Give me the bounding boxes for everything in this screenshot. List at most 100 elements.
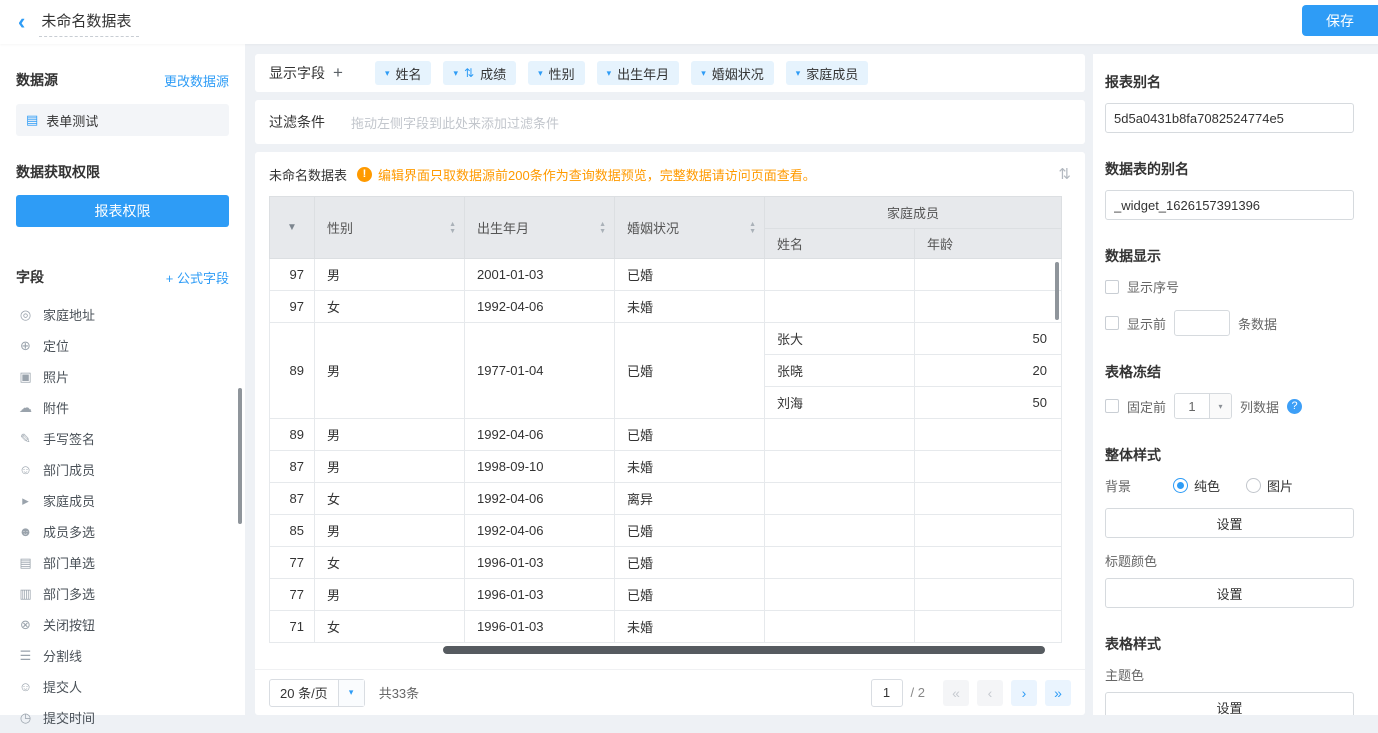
field-label: 家庭地址 (43, 305, 95, 324)
theme-color-label: 主题色 (1105, 665, 1354, 684)
chevron-down-icon: ▾ (1209, 394, 1231, 418)
freeze-count-select[interactable]: 1 ▾ (1174, 393, 1232, 419)
table-cell: 1992-04-06 (465, 291, 615, 323)
display-field-chip[interactable]: ▾性别 (528, 61, 585, 85)
back-icon[interactable]: ‹ (18, 11, 25, 33)
table-cell: 男 (315, 323, 465, 419)
field-item[interactable]: ◷提交时间 (16, 702, 229, 733)
show-first-checkbox[interactable] (1105, 316, 1119, 330)
form-doc-icon: ▤ (26, 112, 38, 128)
field-list: ◎家庭地址⊕定位▣照片☁附件✎手写签名☺部门成员▸家庭成员☻成员多选▤部门单选▥… (16, 299, 229, 733)
table-cell: 1992-04-06 (465, 483, 615, 515)
chevron-down-icon: ▾ (385, 68, 390, 79)
left-scrollbar[interactable] (238, 388, 242, 524)
warning-icon: ! (357, 167, 372, 182)
field-item[interactable]: ⊗关闭按钮 (16, 609, 229, 640)
table-cell: 50 (915, 387, 1062, 419)
prev-page-button[interactable]: ‹ (977, 680, 1003, 706)
chip-label: 成绩 (480, 64, 506, 83)
overall-style-title: 整体样式 (1105, 445, 1354, 465)
field-item[interactable]: ◎ 家庭地址 (16, 299, 229, 330)
table-row: 87男1998-09-10未婚 (270, 451, 1062, 483)
show-index-checkbox[interactable] (1105, 280, 1119, 294)
member-age-header: 年龄 (915, 229, 1062, 259)
field-label: 附件 (43, 398, 69, 417)
table-cell (765, 483, 915, 515)
report-alias-input[interactable] (1105, 103, 1354, 133)
table-cell: 97 (270, 291, 315, 323)
sort-order-icon[interactable]: ⇅ (1058, 165, 1071, 183)
top-bar: ‹ 未命名数据表 保存 (0, 0, 1378, 44)
field-label: 手写签名 (43, 429, 95, 448)
formula-field-link[interactable]: + 公式字段 (166, 268, 229, 287)
background-set-button[interactable]: 设置 (1105, 508, 1354, 538)
help-icon[interactable]: ? (1287, 399, 1302, 414)
signature-icon: ✎ (18, 431, 33, 447)
table-cell: 已婚 (615, 419, 765, 451)
field-item[interactable]: ✎ 手写签名 (16, 423, 229, 454)
field-label: 照片 (43, 367, 69, 386)
display-field-chip[interactable]: ▾出生年月 (597, 61, 680, 85)
field-item[interactable]: ☺提交人 (16, 671, 229, 702)
display-field-chip[interactable]: ▾家庭成员 (786, 61, 869, 85)
field-label: 提交时间 (43, 708, 95, 727)
bg-solid-radio[interactable]: 纯色 (1173, 476, 1220, 495)
field-item[interactable]: ▤部门单选 (16, 547, 229, 578)
hscroll-thumb[interactable] (443, 646, 1045, 654)
table-cell: 离异 (615, 483, 765, 515)
field-item[interactable]: ☰分割线 (16, 640, 229, 671)
change-datasource-link[interactable]: 更改数据源 (164, 71, 229, 90)
field-item[interactable]: ▥部门多选 (16, 578, 229, 609)
first-page-button[interactable]: « (943, 680, 969, 706)
table-cell: 71 (270, 611, 315, 643)
divider-icon: ☰ (18, 648, 33, 664)
sort-arrows-icon[interactable]: ▲▼ (749, 221, 756, 235)
datasource-item[interactable]: ▤ 表单测试 (16, 104, 229, 136)
table-cell: 已婚 (615, 547, 765, 579)
display-field-chip[interactable]: ▾姓名 (375, 61, 432, 85)
chip-label: 性别 (549, 64, 575, 83)
show-first-count-input[interactable] (1174, 310, 1230, 336)
dept-multi-icon: ▥ (18, 586, 33, 602)
field-item[interactable]: ☺部门成员 (16, 454, 229, 485)
table-row: 77女1996-01-03已婚 (270, 547, 1062, 579)
title-color-label: 标题颜色 (1105, 551, 1354, 570)
chevron-down-icon: ▾ (701, 68, 706, 79)
display-field-chip[interactable]: ▾⇅成绩 (443, 61, 516, 85)
current-page-input[interactable]: 1 (871, 679, 903, 707)
table-cell: 已婚 (615, 259, 765, 291)
page-title[interactable]: 未命名数据表 (39, 8, 139, 37)
last-page-button[interactable]: » (1045, 680, 1071, 706)
close-button-icon: ⊗ (18, 617, 33, 633)
marriage-column-header[interactable]: 婚姻状况 ▲▼ (615, 197, 765, 259)
page-size-select[interactable]: 20 条/页 ▾ (269, 679, 365, 707)
field-item[interactable]: ⊕定位 (16, 330, 229, 361)
bg-image-radio[interactable]: 图片 (1246, 476, 1293, 495)
column-select-header[interactable]: ▼ (270, 197, 315, 259)
report-permission-button[interactable]: 报表权限 (16, 195, 229, 227)
table-alias-input[interactable] (1105, 190, 1354, 220)
gender-column-header[interactable]: 性别 ▲▼ (315, 197, 465, 259)
save-button[interactable]: 保存 (1302, 5, 1378, 36)
table-vertical-scrollbar[interactable] (1055, 262, 1059, 320)
table-alias-title: 数据表的别名 (1105, 159, 1354, 179)
birth-column-header[interactable]: 出生年月 ▲▼ (465, 197, 615, 259)
display-field-chip[interactable]: ▾婚姻状况 (691, 61, 774, 85)
add-field-icon[interactable]: + (333, 63, 343, 83)
table-cell: 未婚 (615, 611, 765, 643)
filter-card[interactable]: 过滤条件 拖动左侧字段到此处来添加过滤条件 (255, 100, 1085, 144)
field-item[interactable]: ☻成员多选 (16, 516, 229, 547)
dept-member-icon: ☺ (18, 462, 33, 477)
field-item[interactable]: ▣照片 (16, 361, 229, 392)
next-page-button[interactable]: › (1011, 680, 1037, 706)
sort-arrows-icon[interactable]: ▲▼ (449, 221, 456, 235)
location-icon: ◎ (18, 307, 33, 323)
field-item[interactable]: ▸家庭成员 (16, 485, 229, 516)
table-cell: 20 (915, 355, 1062, 387)
theme-color-set-button[interactable]: 设置 (1105, 692, 1354, 715)
sort-arrows-icon[interactable]: ▲▼ (599, 221, 606, 235)
freeze-checkbox[interactable] (1105, 399, 1119, 413)
field-item[interactable]: ☁附件 (16, 392, 229, 423)
title-color-set-button[interactable]: 设置 (1105, 578, 1354, 608)
expand-caret-icon: ▸ (18, 493, 33, 509)
